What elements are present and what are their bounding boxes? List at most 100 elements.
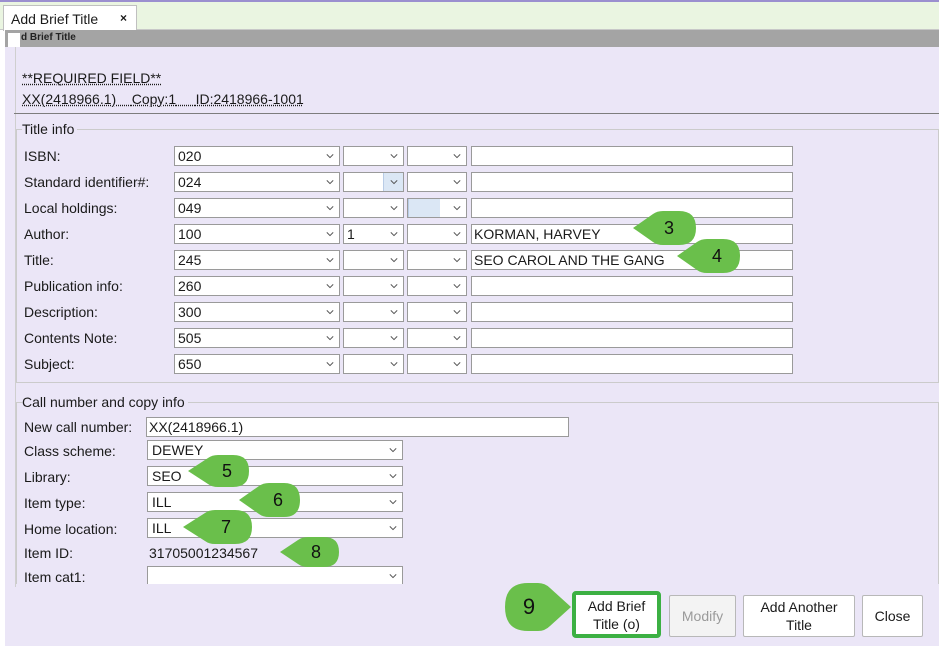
isbn-value-input[interactable] (471, 146, 793, 166)
publication-info-ind2-select[interactable] (407, 276, 467, 296)
close-label: Close (874, 608, 911, 624)
publication-info-label: Publication info: (24, 278, 123, 294)
add-another-title-button[interactable]: Add Another Title (743, 595, 855, 637)
divider (14, 113, 939, 114)
description-tag-value: 300 (178, 304, 202, 320)
isbn-tag-select[interactable]: 020 (174, 146, 340, 166)
title-ind2-select[interactable] (407, 250, 467, 270)
standard-identifier-tag-value: 024 (178, 174, 202, 190)
publication-info-tag-select[interactable]: 260 (174, 276, 340, 296)
subject-value-input[interactable] (471, 354, 793, 374)
callout-number: 5 (221, 460, 232, 481)
modify-button[interactable]: Modify (669, 595, 736, 637)
standard-identifier-ind2-select[interactable] (407, 172, 467, 192)
description-tag-select[interactable]: 300 (174, 302, 340, 322)
chevron-down-icon (326, 152, 334, 160)
chevron-down-icon (390, 204, 398, 212)
library-label: Library: (24, 469, 71, 485)
chevron-down-icon (326, 282, 334, 290)
contents-note-tag-value: 505 (178, 330, 202, 346)
local-holdings-ind2-select[interactable] (407, 198, 467, 218)
item-id-input[interactable]: 31705001234567 (146, 543, 286, 563)
chevron-down-icon (390, 308, 398, 316)
contents-note-tag-select[interactable]: 505 (174, 328, 340, 348)
chevron-down-icon (453, 334, 461, 342)
local-holdings-tag-select[interactable]: 049 (174, 198, 340, 218)
contents-note-ind2-select[interactable] (407, 328, 467, 348)
scroll-clip (16, 584, 939, 589)
new-call-number-input[interactable]: XX(2418966.1) (146, 417, 569, 437)
chevron-down-icon (390, 230, 398, 238)
local-holdings-label: Local holdings: (24, 200, 118, 216)
close-icon[interactable]: × (120, 11, 127, 25)
standard-identifier-value-input[interactable] (471, 172, 793, 192)
callout-8: 8 (280, 536, 340, 568)
dialog-header-title: d Brief Title (21, 32, 76, 43)
chevron-down-icon (390, 282, 398, 290)
item-cat1-label: Item cat1: (24, 569, 86, 585)
chevron-down-icon (389, 472, 397, 480)
title-info-legend: Title info (22, 121, 78, 137)
chevron-down-icon (326, 308, 334, 316)
contents-note-ind1-select[interactable] (343, 328, 404, 348)
callout-number: 7 (220, 516, 231, 537)
author-ind2-select[interactable] (407, 224, 467, 244)
title-label: Title: (24, 252, 54, 268)
call-number-text: XX(2418966.1) (22, 91, 117, 107)
chevron-down-icon (390, 178, 398, 186)
standard-identifier-ind1-select[interactable] (343, 172, 404, 192)
add-brief-title-label: Add Brief Title (o) (588, 597, 646, 633)
title-tag-select[interactable]: 245 (174, 250, 340, 270)
publication-info-ind1-select[interactable] (343, 276, 404, 296)
chevron-down-icon (390, 334, 398, 342)
author-ind1-value: 1 (347, 226, 355, 242)
chevron-down-icon (453, 152, 461, 160)
modify-label: Modify (681, 608, 724, 624)
title-value-input[interactable]: SEO CAROL AND THE GANG (471, 250, 793, 270)
add-another-line1: Add Another (760, 599, 838, 615)
subject-ind1-select[interactable] (343, 354, 404, 374)
author-value-input[interactable]: KORMAN, HARVEY (471, 224, 793, 244)
tab-bar: Add Brief Title × (0, 2, 939, 31)
close-button[interactable]: Close (862, 595, 923, 637)
description-ind2-select[interactable] (407, 302, 467, 322)
chevron-down-icon (390, 152, 398, 160)
isbn-ind1-select[interactable] (343, 146, 404, 166)
item-type-label: Item type: (24, 495, 86, 511)
item-id-line: XX(2418966.1) Copy:1 ID:2418966-1001 (22, 91, 304, 107)
chevron-down-icon (389, 572, 397, 580)
local-holdings-ind1-select[interactable] (343, 198, 404, 218)
description-ind1-select[interactable] (343, 302, 404, 322)
author-tag-select[interactable]: 100 (174, 224, 340, 244)
class-scheme-label: Class scheme: (24, 443, 116, 459)
tab-add-brief-title[interactable]: Add Brief Title × (3, 5, 137, 31)
add-brief-title-button[interactable]: Add Brief Title (o) (572, 591, 661, 638)
item-id-label: Item ID: (24, 545, 74, 561)
class-scheme-select[interactable]: DEWEY (147, 440, 403, 460)
description-value-input[interactable] (471, 302, 793, 322)
standard-identifier-tag-select[interactable]: 024 (174, 172, 340, 192)
description-label: Description: (24, 304, 98, 320)
subject-ind2-select[interactable] (407, 354, 467, 374)
title-ind1-select[interactable] (343, 250, 404, 270)
subject-tag-select[interactable]: 650 (174, 354, 340, 374)
chevron-down-icon (389, 446, 397, 454)
isbn-ind2-select[interactable] (407, 146, 467, 166)
local-holdings-value-input[interactable] (471, 198, 793, 218)
chevron-down-icon (389, 524, 397, 532)
author-ind1-select[interactable]: 1 (343, 224, 404, 244)
chevron-down-icon (453, 256, 461, 264)
callout-number: 3 (663, 217, 674, 238)
home-location-value: ILL (152, 520, 172, 536)
library-value: SEO (152, 468, 182, 484)
isbn-tag-value: 020 (178, 148, 202, 164)
contents-note-value-input[interactable] (471, 328, 793, 348)
publication-info-value-input[interactable] (471, 276, 793, 296)
dialog-header: d Brief Title (5, 30, 939, 47)
callout-number: 6 (272, 489, 283, 510)
add-brief-title-line2: Title (o) (593, 615, 640, 632)
chevron-down-icon (326, 334, 334, 342)
chevron-down-icon (326, 256, 334, 264)
call-info-legend: Call number and copy info (22, 394, 188, 410)
item-cat1-select[interactable] (147, 566, 403, 585)
